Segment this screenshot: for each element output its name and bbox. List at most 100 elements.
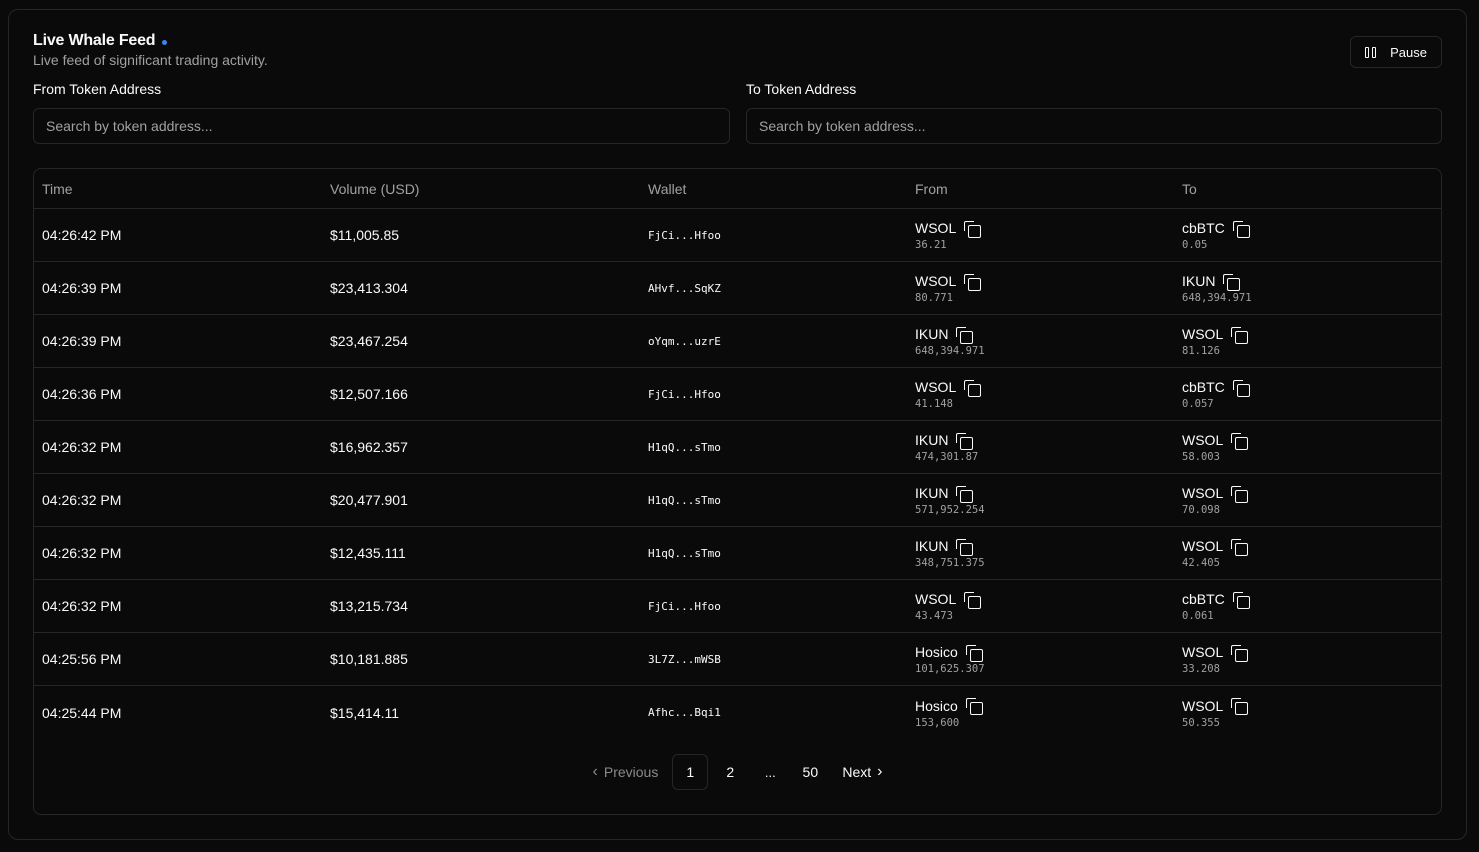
column-header-time: Time: [42, 180, 73, 197]
copy-icon[interactable]: [1232, 379, 1250, 397]
trade-time: 04:26:36 PM: [42, 386, 122, 402]
copy-icon[interactable]: [1231, 485, 1249, 503]
to-token-amount: 50.355: [1182, 716, 1220, 729]
previous-label: Previous: [603, 764, 659, 780]
to-token-symbol: WSOL: [1182, 485, 1224, 501]
trade-volume: $12,435.111: [330, 545, 406, 561]
trade-volume: $16,962.357: [330, 439, 408, 455]
next-page-button[interactable]: Next ›: [832, 754, 892, 790]
trade-volume: $10,181.885: [330, 651, 408, 667]
copy-icon[interactable]: [956, 485, 974, 503]
copy-icon[interactable]: [1231, 698, 1249, 715]
to-token-symbol: cbBTC: [1182, 379, 1225, 395]
from-token-amount: 80.771: [915, 292, 953, 304]
table-row: 04:26:32 PM $12,435.111 H1qQ...sTmo IKUN 348…: [34, 527, 1441, 580]
from-token-cell: WSOL 43.473: [907, 590, 1174, 622]
card-header: Live Whale Feed Live feed of significant…: [33, 32, 268, 68]
table-row: 04:26:42 PM $11,005.85 FjCi...Hfoo WSOL 36.2…: [34, 209, 1441, 262]
to-token-symbol: IKUN: [1182, 273, 1216, 289]
from-token-cell: Hosico 153,600: [907, 697, 1174, 729]
to-token-symbol: WSOL: [1182, 538, 1224, 554]
wallet-address[interactable]: 3L7Z...mWSB: [640, 653, 907, 666]
from-token-cell: Hosico 101,625.307: [907, 643, 1174, 675]
previous-page-button[interactable]: ‹ Previous: [583, 754, 669, 790]
to-token-amount: 70.098: [1182, 504, 1220, 516]
table-row: 04:26:32 PM $13,215.734 FjCi...Hfoo WSOL 43.…: [34, 580, 1441, 633]
copy-icon[interactable]: [1231, 644, 1249, 662]
to-token-search-input[interactable]: [746, 108, 1442, 144]
from-token-filter: From Token Address: [33, 80, 730, 144]
copy-icon[interactable]: [1231, 538, 1249, 556]
to-token-amount: 0.05: [1182, 239, 1208, 251]
to-token-amount: 0.057: [1182, 398, 1214, 410]
from-token-symbol: Hosico: [915, 644, 958, 660]
to-token-symbol: WSOL: [1182, 432, 1224, 448]
table-row: 04:26:32 PM $16,962.357 H1qQ...sTmo IKUN 474…: [34, 421, 1441, 474]
to-token-symbol: WSOL: [1182, 697, 1224, 714]
copy-icon[interactable]: [1231, 326, 1249, 344]
copy-icon[interactable]: [965, 698, 983, 715]
copy-icon[interactable]: [956, 432, 974, 450]
wallet-address[interactable]: FjCi...Hfoo: [640, 229, 907, 242]
pagination-ellipsis: ...: [764, 764, 776, 780]
from-token-amount: 474,301.87: [915, 451, 979, 463]
trade-volume: $20,477.901: [330, 492, 408, 508]
from-token-symbol: WSOL: [915, 220, 957, 236]
trade-time: 04:26:39 PM: [42, 333, 122, 349]
trade-time: 04:26:42 PM: [42, 227, 122, 243]
wallet-address[interactable]: oYqm...uzrE: [640, 335, 907, 348]
wallet-address[interactable]: FjCi...Hfoo: [640, 600, 907, 613]
table-row: 04:25:56 PM $10,181.885 3L7Z...mWSB Hosico 1…: [34, 633, 1441, 686]
from-token-amount: 153,600: [915, 716, 960, 729]
pause-button-label: Pause: [1390, 44, 1427, 60]
pause-button[interactable]: Pause: [1350, 36, 1442, 68]
from-token-symbol: IKUN: [915, 432, 949, 448]
trade-time: 04:25:44 PM: [42, 704, 122, 721]
to-token-cell: WSOL 42.405: [1174, 537, 1441, 569]
copy-icon[interactable]: [964, 273, 982, 291]
from-token-symbol: IKUN: [915, 538, 949, 554]
copy-icon[interactable]: [964, 591, 982, 609]
copy-icon[interactable]: [1232, 591, 1250, 609]
from-token-amount: 348,751.375: [915, 557, 985, 569]
wallet-address[interactable]: FjCi...Hfoo: [640, 388, 907, 401]
page-button-1[interactable]: 1: [672, 754, 709, 790]
page-subtitle: Live feed of significant trading activit…: [33, 52, 268, 68]
page-button-last[interactable]: 50: [792, 754, 828, 790]
page-button-2[interactable]: 2: [712, 754, 748, 790]
to-token-label: To Token Address: [746, 81, 857, 97]
to-token-amount: 0.061: [1182, 610, 1214, 622]
from-token-search-input[interactable]: [33, 108, 730, 144]
wallet-address[interactable]: H1qQ...sTmo: [640, 441, 907, 454]
trade-time: 04:25:56 PM: [42, 651, 122, 667]
to-token-symbol: cbBTC: [1182, 591, 1225, 607]
copy-icon[interactable]: [964, 379, 982, 397]
to-token-amount: 42.405: [1182, 557, 1220, 569]
trade-volume: $23,413.304: [330, 280, 408, 296]
copy-icon[interactable]: [965, 644, 983, 662]
copy-icon[interactable]: [956, 326, 974, 344]
trade-volume: $23,467.254: [330, 333, 408, 349]
from-token-cell: WSOL 36.21: [907, 219, 1174, 251]
column-header-to: To: [1182, 180, 1197, 197]
to-token-cell: cbBTC 0.05: [1174, 219, 1441, 251]
copy-icon[interactable]: [1223, 273, 1241, 291]
wallet-address[interactable]: H1qQ...sTmo: [640, 494, 907, 507]
copy-icon[interactable]: [1231, 432, 1249, 450]
wallet-address[interactable]: H1qQ...sTmo: [640, 547, 907, 560]
copy-icon[interactable]: [964, 220, 982, 238]
from-token-cell: IKUN 474,301.87: [907, 431, 1174, 463]
live-indicator-dot: [162, 39, 168, 45]
copy-icon[interactable]: [956, 538, 974, 556]
to-token-cell: cbBTC 0.061: [1174, 590, 1441, 622]
trade-volume: $11,005.85: [330, 227, 400, 243]
wallet-address[interactable]: AHvf...SqKZ: [640, 282, 907, 295]
to-token-cell: WSOL 58.003: [1174, 431, 1441, 463]
wallet-address[interactable]: Afhc...Bqi1: [640, 706, 907, 719]
copy-icon[interactable]: [1232, 220, 1250, 238]
to-token-cell: WSOL 50.355: [1174, 697, 1441, 729]
to-token-amount: 58.003: [1182, 451, 1220, 463]
to-token-cell: WSOL 81.126: [1174, 325, 1441, 357]
to-token-cell: WSOL 70.098: [1174, 484, 1441, 516]
chevron-left-icon: ‹: [592, 763, 598, 780]
